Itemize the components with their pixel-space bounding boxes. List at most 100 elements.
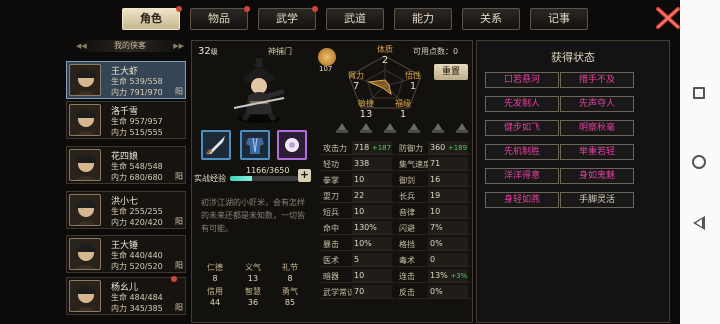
character-list-item[interactable]: 王大锤 生命 440/440 内力 520/520 阳 [66,235,186,273]
stat-bonus: +3% [450,272,468,280]
attribute-item: 悟性 1 [398,70,428,92]
android-nav-bar [680,0,720,324]
status-effect-badge[interactable]: 洋洋得意 [485,168,559,184]
back-icon[interactable] [693,216,705,230]
tab-1[interactable]: 物品 [190,6,250,30]
stat-number: 718 [354,143,370,152]
character-avatar [69,149,101,181]
stat-row: 格挡 0% [397,237,471,251]
exp-value: 1166/3650 [246,166,290,175]
level-value: 32 [198,46,211,57]
stat-value: 0 [428,253,468,266]
gem-slot-icon [384,123,396,133]
stat-number: 10% [354,239,372,248]
stat-row: 长兵 19 [397,189,471,203]
status-effect-badge[interactable]: 明察秋毫 [560,120,634,136]
stat-label: 短兵 [323,208,339,217]
stat-number: 5 [354,255,360,264]
stat-label: 暗器 [323,272,339,281]
stat-value: 19 [428,189,468,202]
stat-label: 闪避 [399,224,415,233]
attribute-value: 2 [381,55,389,66]
virtue-item: 信用 44 [200,286,230,307]
stat-value: 10 [428,205,468,218]
status-effect-badge[interactable]: 身轻如燕 [485,192,559,208]
stat-number: 70 [354,287,365,296]
close-icon[interactable] [655,6,680,30]
status-effect-badge[interactable]: 举重若轻 [560,144,634,160]
stat-number: 130% [354,223,377,232]
gem-slot-icon [408,123,420,133]
stat-number: 10 [354,207,365,216]
virtue-value: 44 [209,298,221,307]
stat-label: 武学常识 [323,288,355,297]
home-icon[interactable] [692,155,706,169]
stat-value: 70 [352,285,392,298]
status-effect-badge[interactable]: 先机制胜 [485,144,559,160]
character-bio: 初涉江湖的小虾米，会有怎样的未来还都是未知数，一切皆有可能。 [201,198,305,233]
stat-number: 0 [430,255,436,264]
available-points: 可用点数：0 [413,47,459,56]
character-list-item[interactable]: 洛千雪 生命 957/957 内力 515/555 [66,101,186,139]
stat-label: 长兵 [399,192,415,201]
character-avatar [69,104,101,136]
stat-label: 耍刀 [323,192,339,201]
virtue-label: 信用 [207,287,223,296]
stat-row: 反击 0% [397,285,471,299]
attribute-value: 7 [352,81,360,92]
stat-label: 格挡 [399,240,415,249]
virtue-value: 13 [247,274,259,283]
status-effect-badge[interactable]: 手脚灵活 [560,192,634,208]
stat-value: 360 +189 [428,141,468,154]
status-effect-badge[interactable]: 健步如飞 [485,120,559,136]
skill-icon-blade[interactable] [201,130,231,160]
status-effect-badge[interactable]: 先发制人 [485,96,559,112]
tab-4[interactable]: 能力 [394,8,452,30]
tab-5[interactable]: 关系 [462,8,520,30]
character-avatar [69,238,101,270]
status-effect-badge[interactable]: 身如鬼魅 [560,168,634,184]
stat-bonus: +187 [371,144,392,152]
status-effect-badge[interactable]: 措手不及 [560,72,634,88]
virtue-item: 义气 13 [238,262,268,283]
stat-value: 5 [352,253,392,266]
stat-label: 防御力 [399,144,423,153]
recents-icon[interactable] [693,87,705,99]
list-title-label: 我的侠客 [114,41,146,50]
stat-label: 毒术 [399,256,415,265]
status-effect-badge[interactable]: 先声夺人 [560,96,634,112]
stat-number: 10 [354,271,365,280]
stat-row: 短兵 10 [321,205,395,219]
character-mp: 内力 345/385 [111,304,163,313]
stat-value: 22 [352,189,392,202]
skill-icon-accessory[interactable] [277,130,307,160]
character-list-item[interactable]: 杨幺儿 生命 484/484 内力 345/385 阳 [66,276,186,315]
tab-0[interactable]: 角色 [122,6,182,30]
stat-label: 集气速度 [399,160,431,169]
tab-2[interactable]: 武学 [258,6,318,30]
character-avatar [69,194,101,226]
character-list-item[interactable]: 花四娘 生命 548/548 内力 680/680 阳 [66,146,186,184]
stat-label: 医术 [323,256,339,265]
stat-number: 16 [430,175,441,184]
exp-bar [230,176,298,181]
level-display: 32级 [198,46,218,57]
stat-row: 轻功 338 [321,157,395,171]
exp-add-button[interactable]: + [298,169,311,182]
stat-value: 7% [428,221,468,234]
skill-icon-armor[interactable] [240,130,270,160]
stat-label: 连击 [399,272,415,281]
character-tag: 阳 [175,87,183,96]
stat-row: 拳掌 10 [321,173,395,187]
character-list-item[interactable]: 王大虾 生命 539/558 内力 791/970 阳 [66,61,186,99]
notification-dot [176,6,182,12]
tab-6[interactable]: 记事 [530,8,588,30]
character-list-item[interactable]: 洪小七 生命 255/255 内力 420/420 阳 [66,191,186,229]
reset-button[interactable]: 重置 [434,64,468,80]
tab-3[interactable]: 武道 [326,8,384,30]
level-unit: 级 [210,48,218,56]
right-arrow-icon: ▶▶ [173,42,184,50]
character-hp: 生命 484/484 [111,293,163,302]
status-effect-badge[interactable]: 口若悬河 [485,72,559,88]
attribute-value: 1 [409,81,417,92]
